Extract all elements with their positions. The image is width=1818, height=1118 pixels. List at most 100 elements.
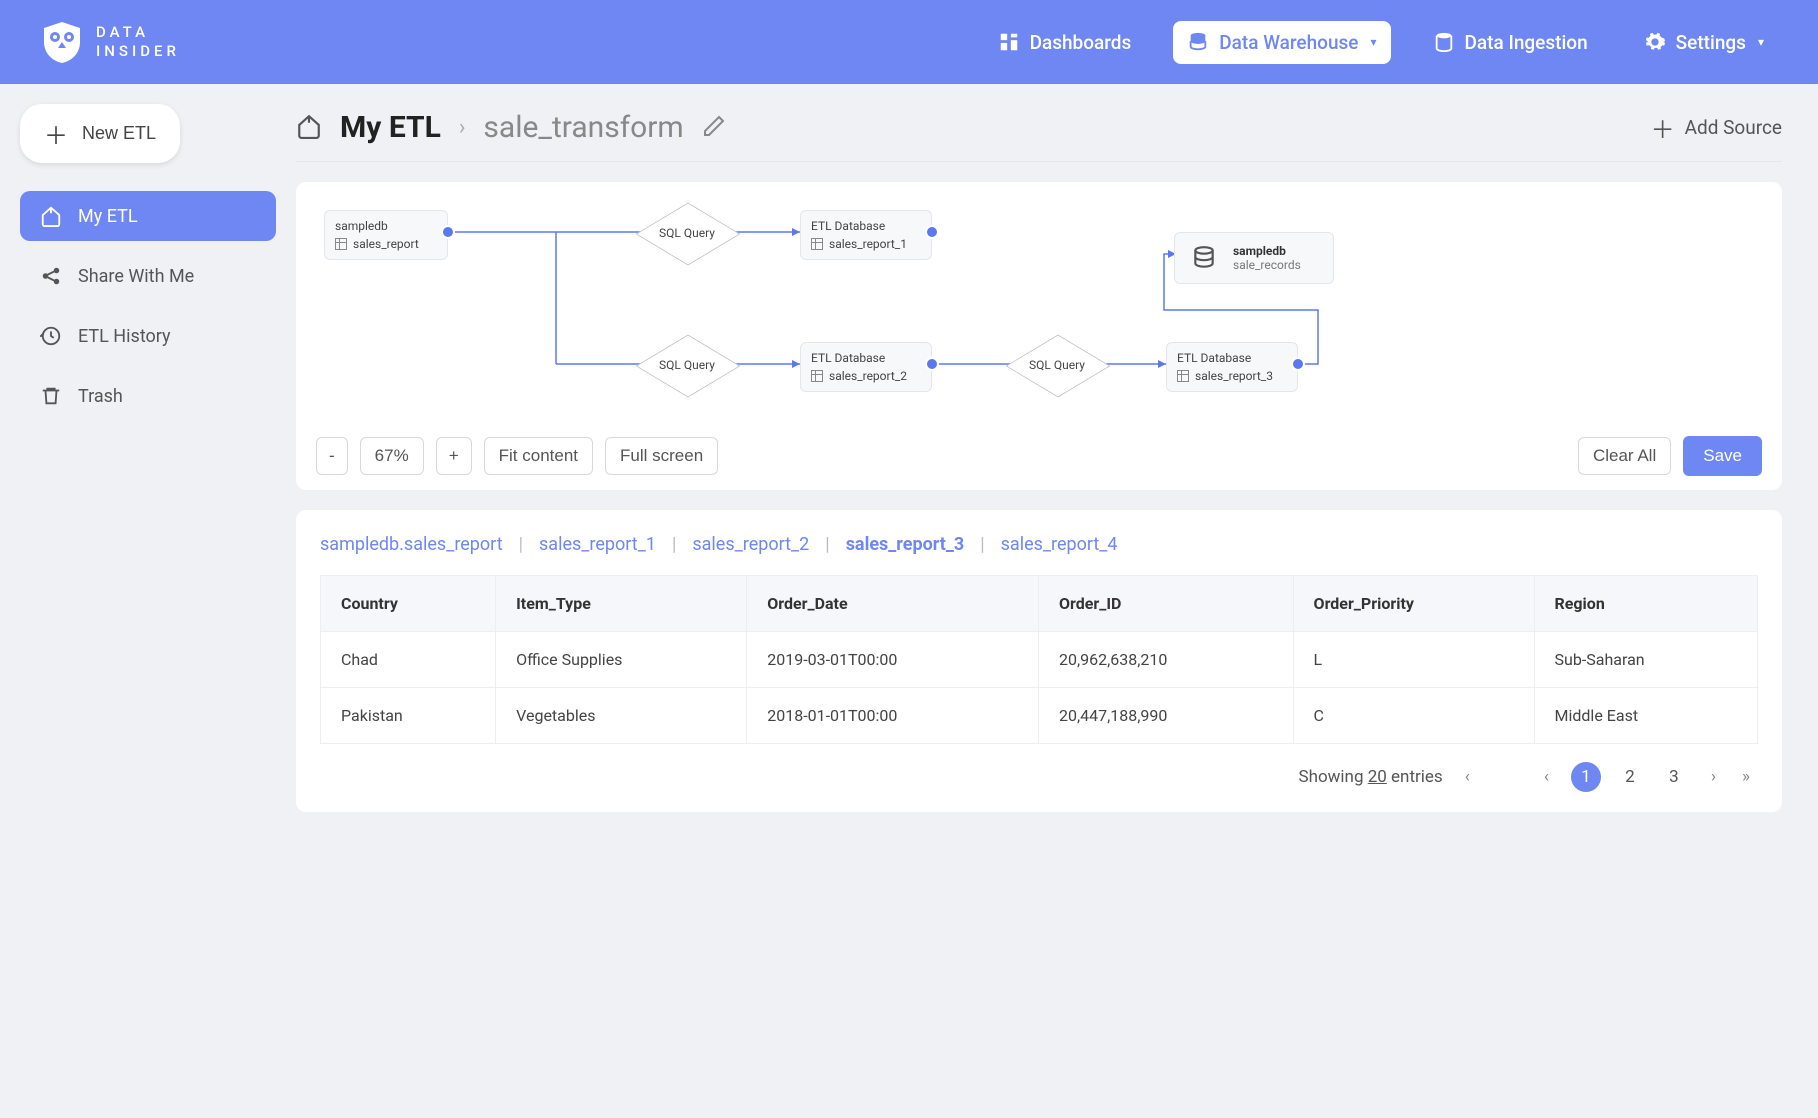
sidebar-item-share[interactable]: Share With Me [20,251,276,301]
sidebar-item-trash[interactable]: Trash [20,371,276,421]
tab-sales_report_3[interactable]: sales_report_3 [846,534,965,555]
dashboard-icon [998,31,1020,53]
trash-icon [40,385,62,407]
result-table: CountryItem_TypeOrder_DateOrder_IDOrder_… [320,575,1758,744]
tab-sales_report_4[interactable]: sales_report_4 [1001,534,1118,555]
owl-shield-icon [40,20,84,64]
col-Order_Priority[interactable]: Order_Priority [1293,576,1534,632]
page-prev-icon[interactable]: ‹ [1461,767,1474,787]
tab-sales_report_2[interactable]: sales_report_2 [692,534,809,555]
brand-line1: DATA [96,23,180,43]
page-3[interactable]: 3 [1659,762,1689,792]
top-nav: Dashboards Data Warehouse ▾ Data Ingesti… [984,21,1778,64]
share-icon [40,265,62,287]
flow-canvas[interactable]: sampledb sales_report SQL Query ETL Data… [296,182,1782,422]
node-title: ETL Database [811,219,921,233]
tab-sampledb.sales_report[interactable]: sampledb.sales_report [320,534,503,555]
fit-content-button[interactable]: Fit content [484,437,593,475]
chevron-right-icon: › [459,115,466,140]
sidebar-item-my-etl[interactable]: My ETL [20,191,276,241]
nav-settings[interactable]: Settings ▾ [1630,21,1778,64]
flow-node-db1[interactable]: ETL Database sales_report_1 [800,210,932,260]
breadcrumb-row: My ETL › sale_transform ＋ Add Source [296,104,1782,162]
flow-node-sql-2[interactable]: SQL Query [636,332,738,398]
nav-settings-label: Settings [1676,31,1746,54]
nav-dashboards[interactable]: Dashboards [984,21,1146,64]
result-tabs: sampledb.sales_report|sales_report_1|sal… [296,534,1782,575]
brand-line2: INSIDER [96,42,180,62]
tab-sales_report_1[interactable]: sales_report_1 [539,534,656,555]
database-icon [1187,31,1209,53]
node-label: SQL Query [659,226,715,240]
col-Country[interactable]: Country [321,576,496,632]
connector-dot[interactable] [441,225,455,239]
col-Item_Type[interactable]: Item_Type [496,576,747,632]
connector-dot[interactable] [925,357,939,371]
table-icon [811,238,823,250]
zoom-out-button[interactable]: - [316,437,348,475]
entries-count[interactable]: 20 [1368,767,1387,787]
nav-ingestion-label: Data Ingestion [1465,31,1588,54]
flow-node-sql-3[interactable]: SQL Query [1006,332,1108,398]
table-scroll[interactable]: CountryItem_TypeOrder_DateOrder_IDOrder_… [320,575,1758,744]
page-prev-icon[interactable]: ‹ [1540,767,1553,787]
page-2[interactable]: 2 [1615,762,1645,792]
flow-node-source[interactable]: sampledb sales_report [324,210,448,260]
sidebar-item-label: Share With Me [78,266,194,287]
topbar: DATA INSIDER Dashboards Data Warehouse ▾… [0,0,1818,84]
nav-dashboards-label: Dashboards [1030,31,1132,54]
node-label: SQL Query [659,358,715,372]
connector-dot[interactable] [925,225,939,239]
edit-icon[interactable] [702,114,726,142]
breadcrumb-root[interactable]: My ETL [340,110,441,145]
table-row[interactable]: PakistanVegetables2018-01-01T00:0020,447… [321,688,1758,744]
page-last-icon[interactable]: » [1738,767,1754,787]
data-preview-card: sampledb.sales_report|sales_report_1|sal… [296,510,1782,812]
sidebar-item-label: Trash [78,386,123,407]
node-subtitle: sales_report_2 [829,369,907,383]
flow-node-sql-1[interactable]: SQL Query [636,200,738,266]
add-source-label: Add Source [1685,116,1782,139]
node-title: ETL Database [1177,351,1287,365]
zoom-in-button[interactable]: + [436,437,472,475]
main: My ETL › sale_transform ＋ Add Source [296,84,1818,832]
new-etl-label: New ETL [82,123,156,144]
node-label: SQL Query [1029,358,1085,372]
connector-dot[interactable] [1291,357,1305,371]
zoom-value[interactable]: 67% [360,437,424,475]
canvas-toolbar: - 67% + Fit content Full screen Clear Al… [296,422,1782,490]
sidebar-item-history[interactable]: ETL History [20,311,276,361]
node-title: sampledb [1233,244,1301,258]
chevron-down-icon: ▾ [1370,35,1376,49]
full-screen-button[interactable]: Full screen [605,437,718,475]
page-next-icon[interactable]: › [1707,767,1720,787]
plus-icon: ＋ [44,116,68,151]
table-icon [811,370,823,382]
house-icon [40,205,62,227]
home-icon[interactable] [296,113,322,143]
col-Region[interactable]: Region [1534,576,1757,632]
col-Order_ID[interactable]: Order_ID [1038,576,1293,632]
sidebar: ＋ New ETL My ETL Share With Me ETL Histo… [0,84,296,832]
nav-data-warehouse[interactable]: Data Warehouse ▾ [1173,21,1390,64]
logo[interactable]: DATA INSIDER [40,20,180,64]
flow-node-destination[interactable]: sampledb sale_records [1174,232,1334,284]
node-subtitle: sales_report_3 [1195,369,1273,383]
add-source-button[interactable]: ＋ Add Source [1651,110,1782,145]
pagination: Showing 20 entries ‹ ‹ 123 › » [296,744,1782,792]
node-subtitle: sales_report_1 [829,237,907,251]
save-button[interactable]: Save [1683,436,1762,476]
new-etl-button[interactable]: ＋ New ETL [20,104,180,163]
database-icon [1433,31,1455,53]
nav-data-ingestion[interactable]: Data Ingestion [1419,21,1602,64]
node-subtitle: sales_report [353,237,419,251]
node-subtitle: sale_records [1233,258,1301,272]
table-icon [1177,370,1189,382]
page-1[interactable]: 1 [1571,762,1601,792]
col-Order_Date[interactable]: Order_Date [747,576,1039,632]
flow-node-db2[interactable]: ETL Database sales_report_2 [800,342,932,392]
table-row[interactable]: ChadOffice Supplies2019-03-01T00:0020,96… [321,632,1758,688]
database-icon [1189,243,1219,273]
flow-node-db3[interactable]: ETL Database sales_report_3 [1166,342,1298,392]
clear-all-button[interactable]: Clear All [1578,437,1671,475]
